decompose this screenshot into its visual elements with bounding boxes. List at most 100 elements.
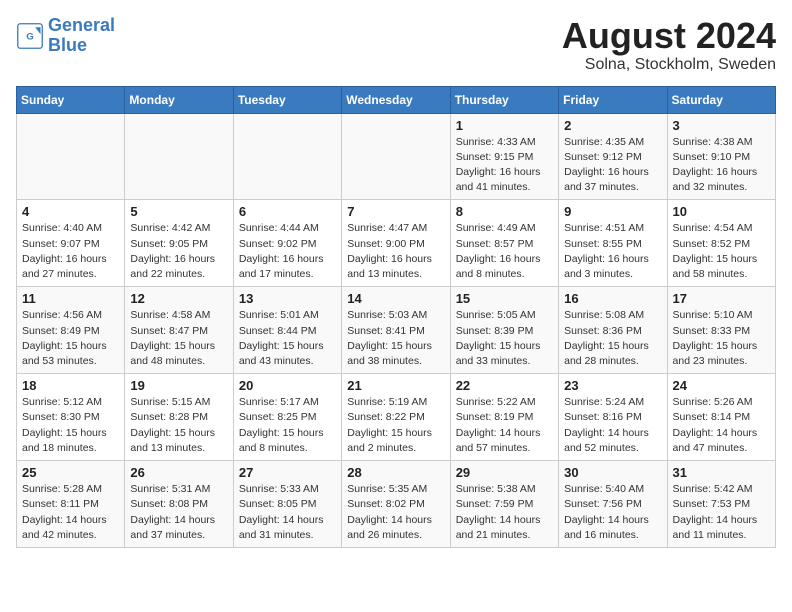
day-number: 29 bbox=[456, 465, 553, 480]
day-number: 9 bbox=[564, 204, 661, 219]
calendar-cell: 2Sunrise: 4:35 AMSunset: 9:12 PMDaylight… bbox=[559, 113, 667, 200]
day-detail: Sunrise: 5:17 AMSunset: 8:25 PMDaylight:… bbox=[239, 395, 336, 456]
logo-icon: G bbox=[16, 22, 44, 50]
logo-line2: Blue bbox=[48, 35, 87, 55]
svg-text:G: G bbox=[26, 31, 33, 42]
calendar-cell bbox=[125, 113, 233, 200]
day-header-sunday: Sunday bbox=[17, 86, 125, 113]
calendar-cell: 29 Sunrise: 5:38 AMSunset: 7:59 PMDayligh… bbox=[450, 461, 558, 548]
calendar-cell bbox=[17, 113, 125, 200]
day-number: 20 bbox=[239, 378, 336, 393]
calendar-cell: 21 Sunrise: 5:19 AMSunset: 8:22 PMDayligh… bbox=[342, 374, 450, 461]
day-header-tuesday: Tuesday bbox=[233, 86, 341, 113]
day-detail: Sunrise: 4:54 AMSunset: 8:52 PMDaylight:… bbox=[673, 221, 770, 282]
day-detail: Sunrise: 5:35 AMSunset: 8:02 PMDaylight:… bbox=[347, 482, 444, 543]
day-detail: Sunrise: 5:03 AMSunset: 8:41 PMDaylight:… bbox=[347, 308, 444, 369]
calendar-cell: 26 Sunrise: 5:31 AMSunset: 8:08 PMDayligh… bbox=[125, 461, 233, 548]
day-detail: Sunrise: 5:28 AMSunset: 8:11 PMDaylight:… bbox=[22, 482, 119, 543]
calendar-cell: 8 Sunrise: 4:49 AMSunset: 8:57 PMDaylight… bbox=[450, 200, 558, 287]
day-number: 22 bbox=[456, 378, 553, 393]
day-detail: Sunrise: 4:47 AMSunset: 9:00 PMDaylight:… bbox=[347, 221, 444, 282]
calendar-cell: 18 Sunrise: 5:12 AMSunset: 8:30 PMDayligh… bbox=[17, 374, 125, 461]
calendar-cell: 14 Sunrise: 5:03 AMSunset: 8:41 PMDayligh… bbox=[342, 287, 450, 374]
day-number: 8 bbox=[456, 204, 553, 219]
calendar-cell: 25 Sunrise: 5:28 AMSunset: 8:11 PMDayligh… bbox=[17, 461, 125, 548]
calendar-title: August 2024 bbox=[562, 16, 776, 56]
calendar-cell: 13 Sunrise: 5:01 AMSunset: 8:44 PMDayligh… bbox=[233, 287, 341, 374]
day-detail: Sunrise: 4:33 AMSunset: 9:15 PMDaylight:… bbox=[456, 135, 553, 196]
day-number: 2 bbox=[564, 118, 661, 133]
day-header-friday: Friday bbox=[559, 86, 667, 113]
day-number: 18 bbox=[22, 378, 119, 393]
day-detail: Sunrise: 5:08 AMSunset: 8:36 PMDaylight:… bbox=[564, 308, 661, 369]
calendar-cell: 11 Sunrise: 4:56 AMSunset: 8:49 PMDayligh… bbox=[17, 287, 125, 374]
calendar-cell: 30Sunrise: 5:40 AMSunset: 7:56 PMDayligh… bbox=[559, 461, 667, 548]
logo-line1: General bbox=[48, 15, 115, 35]
week-row-4: 18 Sunrise: 5:12 AMSunset: 8:30 PMDayligh… bbox=[17, 374, 776, 461]
day-number: 7 bbox=[347, 204, 444, 219]
day-number: 16 bbox=[564, 291, 661, 306]
logo-text: General Blue bbox=[48, 16, 115, 56]
day-detail: Sunrise: 5:24 AMSunset: 8:16 PMDaylight:… bbox=[564, 395, 661, 456]
calendar-cell: 10 Sunrise: 4:54 AMSunset: 8:52 PMDayligh… bbox=[667, 200, 775, 287]
day-number: 5 bbox=[130, 204, 227, 219]
day-header-row: SundayMondayTuesdayWednesdayThursdayFrid… bbox=[17, 86, 776, 113]
calendar-cell: 7 Sunrise: 4:47 AMSunset: 9:00 PMDaylight… bbox=[342, 200, 450, 287]
day-detail: Sunrise: 5:38 AMSunset: 7:59 PMDaylight:… bbox=[456, 482, 553, 543]
day-number: 26 bbox=[130, 465, 227, 480]
day-number: 14 bbox=[347, 291, 444, 306]
header: G General Blue August 2024 Solna, Stockh… bbox=[16, 16, 776, 74]
day-detail: Sunrise: 5:31 AMSunset: 8:08 PMDaylight:… bbox=[130, 482, 227, 543]
day-number: 31 bbox=[673, 465, 770, 480]
week-row-5: 25 Sunrise: 5:28 AMSunset: 8:11 PMDayligh… bbox=[17, 461, 776, 548]
calendar-table: SundayMondayTuesdayWednesdayThursdayFrid… bbox=[16, 86, 776, 548]
week-row-2: 4Sunrise: 4:40 AMSunset: 9:07 PMDaylight… bbox=[17, 200, 776, 287]
day-detail: Sunrise: 5:12 AMSunset: 8:30 PMDaylight:… bbox=[22, 395, 119, 456]
day-number: 28 bbox=[347, 465, 444, 480]
calendar-cell: 17 Sunrise: 5:10 AMSunset: 8:33 PMDayligh… bbox=[667, 287, 775, 374]
day-number: 25 bbox=[22, 465, 119, 480]
day-detail: Sunrise: 5:19 AMSunset: 8:22 PMDaylight:… bbox=[347, 395, 444, 456]
calendar-cell: 6Sunrise: 4:44 AMSunset: 9:02 PMDaylight… bbox=[233, 200, 341, 287]
day-number: 30 bbox=[564, 465, 661, 480]
day-detail: Sunrise: 5:01 AMSunset: 8:44 PMDaylight:… bbox=[239, 308, 336, 369]
day-detail: Sunrise: 4:51 AMSunset: 8:55 PMDaylight:… bbox=[564, 221, 661, 282]
day-number: 21 bbox=[347, 378, 444, 393]
day-number: 24 bbox=[673, 378, 770, 393]
calendar-cell: 19Sunrise: 5:15 AMSunset: 8:28 PMDayligh… bbox=[125, 374, 233, 461]
day-number: 3 bbox=[673, 118, 770, 133]
day-number: 6 bbox=[239, 204, 336, 219]
day-number: 27 bbox=[239, 465, 336, 480]
calendar-cell: 27Sunrise: 5:33 AMSunset: 8:05 PMDayligh… bbox=[233, 461, 341, 548]
day-number: 13 bbox=[239, 291, 336, 306]
logo: G General Blue bbox=[16, 16, 115, 56]
calendar-cell: 9 Sunrise: 4:51 AMSunset: 8:55 PMDaylight… bbox=[559, 200, 667, 287]
week-row-1: 1 Sunrise: 4:33 AMSunset: 9:15 PMDaylight… bbox=[17, 113, 776, 200]
day-detail: Sunrise: 4:38 AMSunset: 9:10 PMDaylight:… bbox=[673, 135, 770, 196]
day-detail: Sunrise: 4:56 AMSunset: 8:49 PMDaylight:… bbox=[22, 308, 119, 369]
calendar-cell: 5 Sunrise: 4:42 AMSunset: 9:05 PMDaylight… bbox=[125, 200, 233, 287]
calendar-subtitle: Solna, Stockholm, Sweden bbox=[562, 56, 776, 74]
day-number: 10 bbox=[673, 204, 770, 219]
day-header-monday: Monday bbox=[125, 86, 233, 113]
calendar-cell bbox=[233, 113, 341, 200]
day-number: 11 bbox=[22, 291, 119, 306]
calendar-cell: 28 Sunrise: 5:35 AMSunset: 8:02 PMDayligh… bbox=[342, 461, 450, 548]
week-row-3: 11 Sunrise: 4:56 AMSunset: 8:49 PMDayligh… bbox=[17, 287, 776, 374]
day-number: 17 bbox=[673, 291, 770, 306]
day-detail: Sunrise: 4:40 AMSunset: 9:07 PMDaylight:… bbox=[22, 221, 119, 282]
calendar-cell: 3 Sunrise: 4:38 AMSunset: 9:10 PMDaylight… bbox=[667, 113, 775, 200]
day-number: 23 bbox=[564, 378, 661, 393]
day-number: 1 bbox=[456, 118, 553, 133]
calendar-cell: 16 Sunrise: 5:08 AMSunset: 8:36 PMDayligh… bbox=[559, 287, 667, 374]
day-detail: Sunrise: 4:42 AMSunset: 9:05 PMDaylight:… bbox=[130, 221, 227, 282]
day-number: 19 bbox=[130, 378, 227, 393]
day-detail: Sunrise: 4:49 AMSunset: 8:57 PMDaylight:… bbox=[456, 221, 553, 282]
day-detail: Sunrise: 5:26 AMSunset: 8:14 PMDaylight:… bbox=[673, 395, 770, 456]
calendar-cell bbox=[342, 113, 450, 200]
calendar-cell: 23 Sunrise: 5:24 AMSunset: 8:16 PMDayligh… bbox=[559, 374, 667, 461]
day-detail: Sunrise: 5:42 AMSunset: 7:53 PMDaylight:… bbox=[673, 482, 770, 543]
day-detail: Sunrise: 5:10 AMSunset: 8:33 PMDaylight:… bbox=[673, 308, 770, 369]
day-detail: Sunrise: 5:22 AMSunset: 8:19 PMDaylight:… bbox=[456, 395, 553, 456]
day-header-wednesday: Wednesday bbox=[342, 86, 450, 113]
